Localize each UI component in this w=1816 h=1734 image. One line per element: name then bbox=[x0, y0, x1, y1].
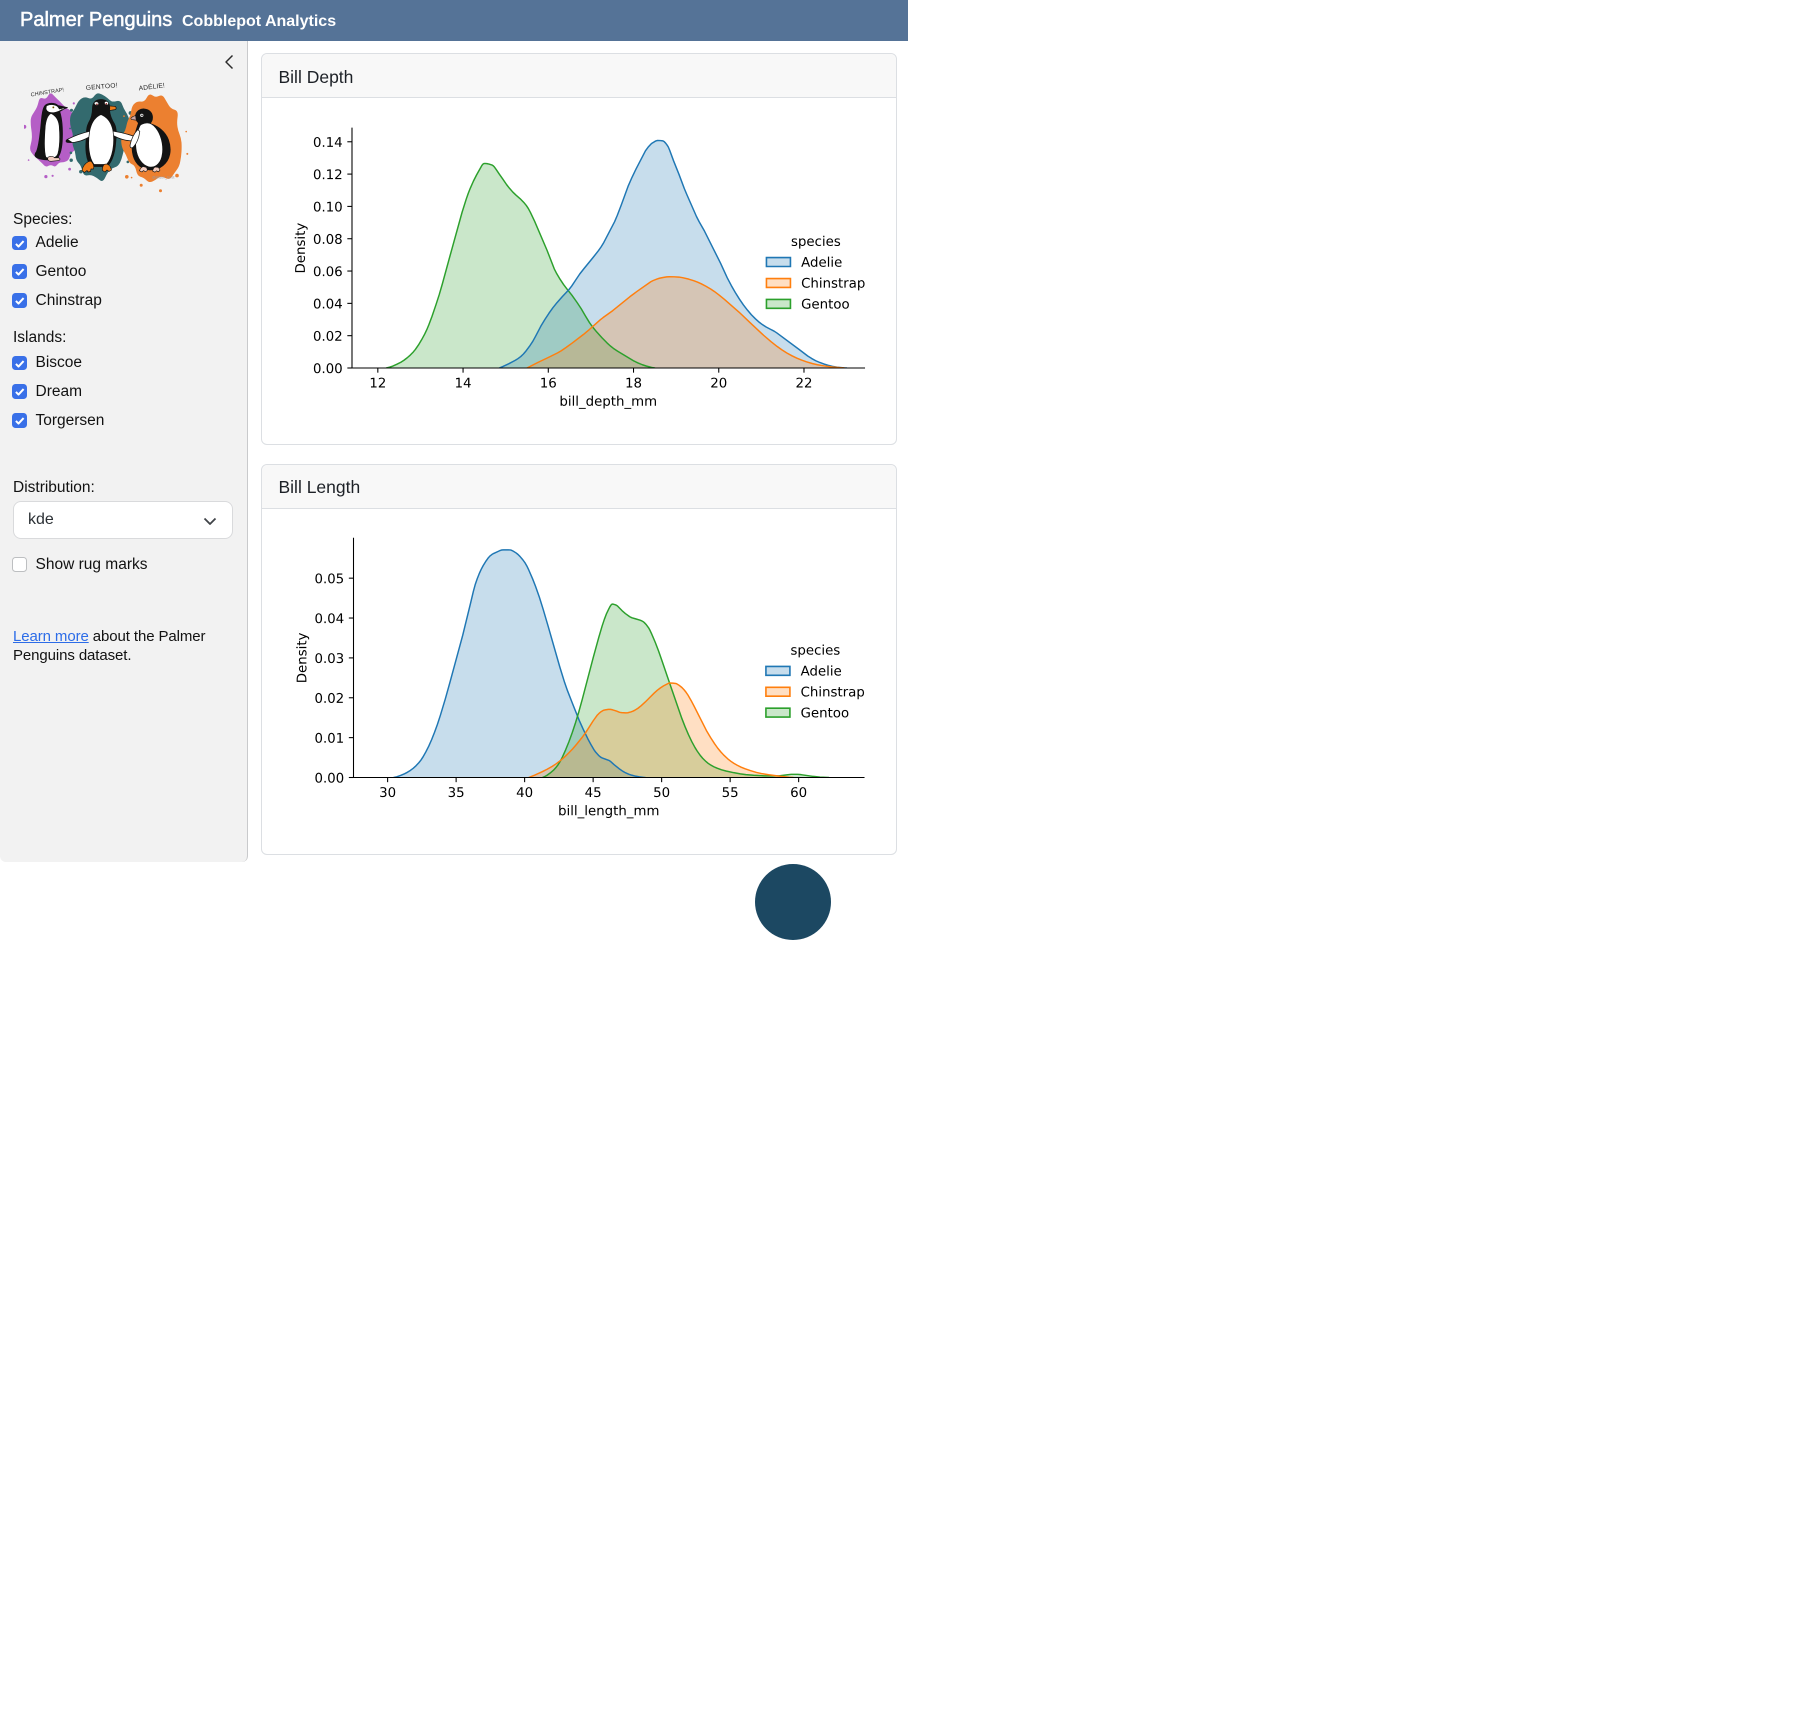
svg-text:GENTOO!: GENTOO! bbox=[86, 82, 119, 92]
svg-text:ADÉLIE!: ADÉLIE! bbox=[138, 80, 165, 92]
svg-text:@allison_horst: @allison_horst bbox=[152, 176, 175, 180]
